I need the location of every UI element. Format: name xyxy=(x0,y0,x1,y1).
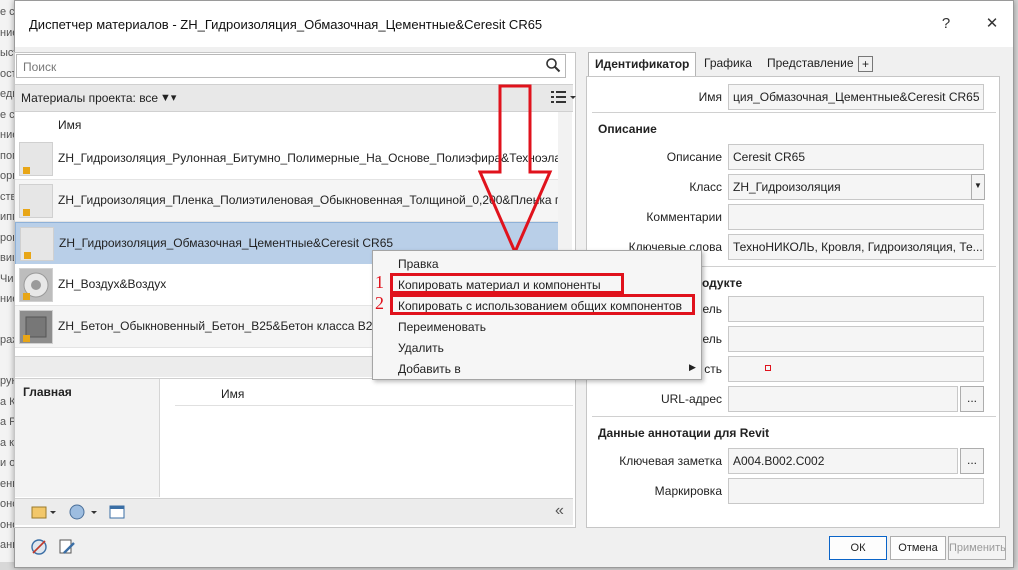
mark-label: Маркировка xyxy=(654,484,722,498)
tab-graphics[interactable]: Графика xyxy=(698,52,758,75)
annotation-number-1: 1 xyxy=(375,272,384,292)
library-tree: Главная xyxy=(15,379,160,497)
open-library-icon[interactable] xyxy=(31,504,57,520)
warning-icon xyxy=(24,252,31,259)
search-input[interactable] xyxy=(21,57,535,76)
material-thumbnail xyxy=(19,184,53,218)
tab-appearance[interactable]: Представление xyxy=(761,52,860,75)
divider xyxy=(592,112,996,113)
model-field[interactable] xyxy=(728,326,984,352)
menu-item-rename[interactable]: Переименовать xyxy=(398,320,486,334)
comments-field[interactable] xyxy=(728,204,984,230)
close-button[interactable]: ✕ xyxy=(979,13,1005,35)
material-name: ZH_Бетон_Обыкновенный_Бетон_B25&Бетон кл… xyxy=(58,319,380,333)
window-title: Диспетчер материалов - ZH_Гидроизоляция_… xyxy=(29,17,543,32)
menu-item-add-to[interactable]: Добавить в xyxy=(398,362,461,376)
column-name-header[interactable]: Имя xyxy=(58,118,81,132)
add-asset-button[interactable]: + xyxy=(858,56,874,72)
library-header: Имя xyxy=(175,383,573,406)
annotation-number-2: 2 xyxy=(375,293,384,313)
edit-material-icon[interactable] xyxy=(58,538,76,556)
divider xyxy=(592,416,996,417)
class-label: Класс xyxy=(689,180,722,194)
cost-label: сть xyxy=(704,362,722,376)
title-bar: Диспетчер материалов - ZH_Гидроизоляция_… xyxy=(15,1,1013,47)
filter-label: Материалы проекта: все xyxy=(21,91,159,105)
warning-icon xyxy=(23,167,30,174)
comments-label: Комментарии xyxy=(646,210,722,224)
tab-identity[interactable]: Идентификатор xyxy=(588,52,697,77)
highlight-box-1 xyxy=(390,273,624,294)
material-row[interactable]: ZH_Гидроизоляция_Пленка_Полиэтиленовая_О… xyxy=(15,180,558,222)
material-name: ZH_Гидроизоляция_Обмазочная_Цементные&Ce… xyxy=(59,236,394,250)
context-menu: Правка Копировать материал и компоненты … xyxy=(372,250,702,380)
cancel-button[interactable]: Отмена xyxy=(890,536,946,560)
revit-annotation-section-header[interactable]: Данные аннотации для Revit xyxy=(592,420,982,446)
url-browse-button[interactable]: ... xyxy=(960,386,984,412)
warning-icon xyxy=(23,293,30,300)
menu-item-delete[interactable]: Удалить xyxy=(398,341,444,355)
warning-icon xyxy=(23,209,30,216)
arrow-down-annotation xyxy=(478,84,553,256)
ok-button[interactable]: ОК xyxy=(829,536,887,560)
cursor-marker xyxy=(765,365,771,371)
menu-item-edit[interactable]: Правка xyxy=(398,257,439,271)
description-field[interactable]: Ceresit CR65 xyxy=(728,144,984,170)
manufacturer-label: ель xyxy=(702,302,722,316)
library-tree-root[interactable]: Главная xyxy=(23,385,72,399)
tab-bar: Идентификатор Графика Представление + xyxy=(586,52,984,77)
list-view-icon[interactable] xyxy=(551,90,579,104)
keywords-field[interactable]: ТехноНИКОЛЬ, Кровля, Гидроизоляция, Те..… xyxy=(728,234,984,260)
material-thumbnail xyxy=(19,142,53,176)
panel-toggle-icon[interactable] xyxy=(109,504,125,520)
library-toolbar: « xyxy=(15,498,573,525)
description-section-header[interactable]: Описание xyxy=(592,116,982,142)
apply-button[interactable]: Применить xyxy=(948,536,1006,560)
keynote-label: Ключевая заметка xyxy=(619,454,722,468)
class-dropdown-icon[interactable]: ▼ xyxy=(971,174,985,200)
library-column-name[interactable]: Имя xyxy=(221,387,244,401)
url-field[interactable] xyxy=(728,386,958,412)
search-box xyxy=(16,54,566,78)
mark-field[interactable] xyxy=(728,478,984,504)
collapse-panel-icon[interactable]: « xyxy=(555,502,564,520)
material-thumbnail xyxy=(19,268,53,302)
warning-icon xyxy=(23,335,30,342)
material-thumbnail xyxy=(19,310,53,344)
manufacturer-field[interactable] xyxy=(728,296,984,322)
submenu-arrow-icon: ▶ xyxy=(689,362,696,372)
model-label: ель xyxy=(702,332,722,346)
no-material-icon[interactable] xyxy=(30,538,48,556)
name-label: Имя xyxy=(698,90,722,104)
material-name: ZH_Воздух&Воздух xyxy=(58,277,167,291)
material-row[interactable]: ZH_Гидроизоляция_Рулонная_Битумно_Полиме… xyxy=(15,138,558,180)
keynote-browse-button[interactable]: ... xyxy=(960,448,984,474)
description-label: Описание xyxy=(666,150,722,164)
material-thumbnail xyxy=(20,227,54,261)
name-field[interactable]: ция_Обмазочная_Цементные&Ceresit CR65 xyxy=(728,84,984,110)
asset-library-icon[interactable] xyxy=(69,504,99,520)
help-button[interactable]: ? xyxy=(933,13,959,35)
url-label: URL-адрес xyxy=(660,392,722,406)
highlight-box-2 xyxy=(390,294,695,315)
cost-field[interactable] xyxy=(728,356,984,382)
search-icon[interactable] xyxy=(545,57,561,73)
keynote-field[interactable]: A004.B002.C002 xyxy=(728,448,958,474)
list-header: Имя xyxy=(15,112,558,139)
filter-funnel-icon[interactable]: ▼▾ xyxy=(160,91,176,104)
class-select[interactable]: ZH_Гидроизоляция xyxy=(728,174,972,200)
name-value: ция_Обмазочная_Цементные&Ceresit CR65 xyxy=(733,90,980,104)
library-panel: Главная Имя xyxy=(15,378,573,497)
